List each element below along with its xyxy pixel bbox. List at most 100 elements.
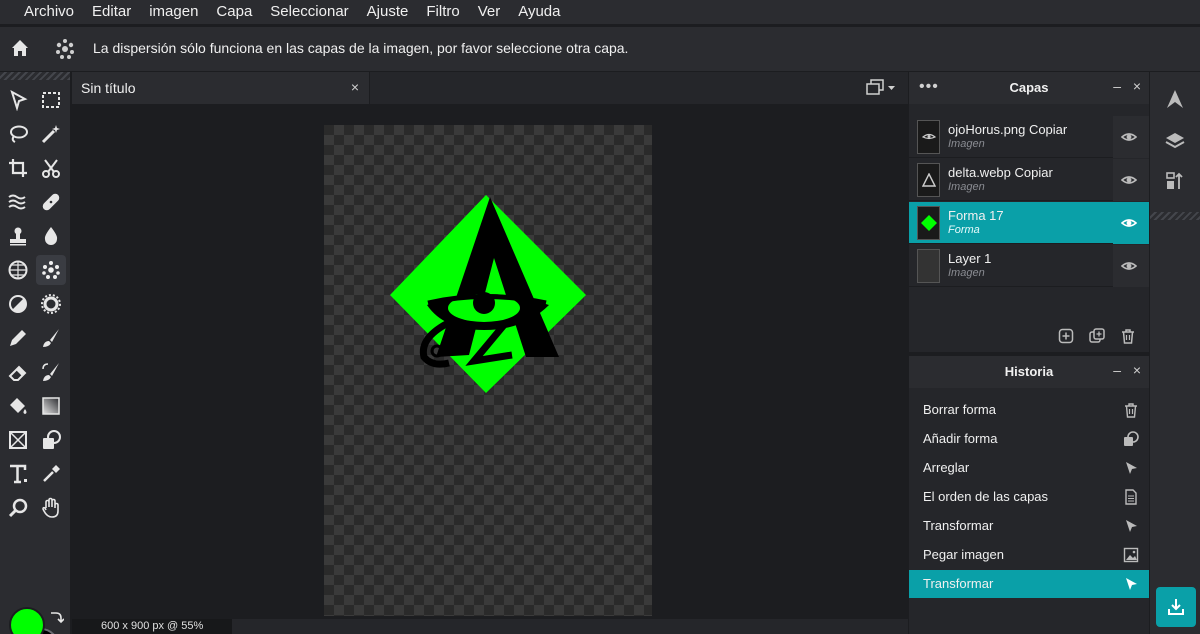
move-arrow-icon (10, 89, 28, 111)
document-tab[interactable]: Sin título × (72, 72, 370, 104)
swap-colors-icon[interactable] (48, 610, 64, 626)
layers-list: ojoHorus.png Copiar Imagen delta.webp Co… (909, 104, 1149, 320)
healing-tool[interactable] (36, 187, 66, 217)
text-tool[interactable] (3, 459, 33, 489)
menu-ajuste[interactable]: Ajuste (358, 0, 418, 24)
tool-panel (0, 72, 70, 634)
layer-thumbnail (917, 249, 940, 283)
magic-wand-icon (41, 125, 60, 144)
history-item[interactable]: Pegar imagen (909, 541, 1149, 569)
minimize-layers-icon[interactable]: – (1113, 78, 1121, 94)
liquify-tool[interactable] (3, 187, 33, 217)
half-circle-icon (9, 295, 27, 313)
history-item[interactable]: Añadir forma (909, 425, 1149, 453)
strip-grip[interactable] (1150, 212, 1200, 220)
minimize-history-icon[interactable]: – (1113, 362, 1121, 378)
move-tool[interactable] (3, 85, 33, 115)
magnifier-icon (8, 498, 28, 518)
layers-icon[interactable] (1164, 130, 1186, 152)
trash-icon (1125, 403, 1137, 418)
brush-tool[interactable] (36, 323, 66, 353)
magic-wand-tool[interactable] (36, 119, 66, 149)
layer-row[interactable]: Layer 1 Imagen (909, 245, 1149, 287)
history-item[interactable]: Transformar (909, 512, 1149, 540)
history-item[interactable]: Borrar forma (909, 396, 1149, 424)
close-history-icon[interactable]: × (1133, 362, 1141, 378)
history-item-label: Borrar forma (923, 402, 996, 417)
visibility-toggle[interactable] (1113, 159, 1149, 201)
sponge-tool[interactable] (36, 289, 66, 319)
layer-row[interactable]: ojoHorus.png Copiar Imagen (909, 116, 1149, 158)
gradient-tool[interactable] (36, 391, 66, 421)
pen-icon (10, 330, 26, 346)
toolbar-grip[interactable] (0, 72, 70, 80)
layer-name: Forma 17 (948, 208, 1004, 223)
add-layer-icon[interactable] (1058, 328, 1074, 344)
eye-icon (1121, 133, 1137, 141)
layer-kind: Imagen (948, 181, 985, 193)
crop-tool[interactable] (3, 153, 33, 183)
scatter-tool[interactable] (36, 255, 66, 285)
arrow-icon (1126, 520, 1137, 532)
close-layers-icon[interactable]: × (1133, 78, 1141, 94)
menu-editar[interactable]: Editar (83, 0, 140, 24)
brush-swap-icon (42, 363, 59, 381)
menu-imagen[interactable]: imagen (140, 0, 207, 24)
shape-tool[interactable] (36, 425, 66, 455)
visibility-toggle[interactable] (1113, 245, 1149, 287)
lasso-icon (10, 125, 28, 143)
hand-tool[interactable] (36, 493, 66, 523)
history-item-label: Añadir forma (923, 431, 998, 446)
window-arrange-icon[interactable] (865, 79, 899, 97)
fill-tool[interactable] (3, 391, 33, 421)
arrow-icon (1126, 578, 1137, 590)
layers-panel-header: ••• Capas – × (909, 72, 1149, 104)
history-list: Borrar forma Añadir forma Arreglar El or… (909, 388, 1149, 634)
menu-archivo[interactable]: Archivo (15, 0, 83, 24)
delete-layer-icon[interactable] (1120, 328, 1136, 344)
menu-ver[interactable]: Ver (469, 0, 510, 24)
dodge-tool[interactable] (3, 289, 33, 319)
layer-row[interactable]: delta.webp Copiar Imagen (909, 159, 1149, 201)
lasso-tool[interactable] (3, 119, 33, 149)
layer-thumbnail (917, 163, 940, 197)
layer-row-selected[interactable]: Forma 17 Forma (909, 202, 1149, 244)
paint-bucket-icon (10, 398, 27, 414)
tool-warning-message: La dispersión sólo funciona en las capas… (93, 40, 629, 56)
visibility-toggle[interactable] (1113, 202, 1149, 244)
home-icon[interactable] (9, 37, 31, 59)
eraser-tool[interactable] (3, 357, 33, 387)
frame-tool[interactable] (3, 425, 33, 455)
spherize-tool[interactable] (3, 255, 33, 285)
layer-actions-bar (909, 320, 1149, 352)
pencil-tool[interactable] (3, 323, 33, 353)
status-bar: 600 x 900 px @ 55% (72, 619, 908, 634)
layer-thumbnail (917, 206, 940, 240)
marquee-tool[interactable] (36, 85, 66, 115)
history-item[interactable]: El orden de las capas (909, 483, 1149, 511)
image-canvas[interactable] (324, 125, 652, 616)
history-item-label: Transformar (923, 576, 994, 591)
menu-seleccionar[interactable]: Seleccionar (261, 0, 357, 24)
visibility-toggle[interactable] (1113, 116, 1149, 158)
history-item[interactable]: Arreglar (909, 454, 1149, 482)
cut-tool[interactable] (36, 153, 66, 183)
menu-filtro[interactable]: Filtro (417, 0, 468, 24)
navigator-icon[interactable] (1164, 88, 1186, 110)
download-button[interactable] (1156, 587, 1196, 627)
menu-ayuda[interactable]: Ayuda (509, 0, 569, 24)
blur-tool[interactable] (36, 221, 66, 251)
history-icon[interactable] (1164, 170, 1186, 192)
eyedropper-tool[interactable] (36, 459, 66, 489)
menu-capa[interactable]: Capa (207, 0, 261, 24)
foreground-color-swatch[interactable] (9, 607, 45, 634)
close-tab-icon[interactable]: × (351, 79, 359, 95)
zoom-tool[interactable] (3, 493, 33, 523)
replace-color-tool[interactable] (36, 357, 66, 387)
layer-thumbnail (917, 120, 940, 154)
image-icon (1123, 547, 1139, 563)
clone-stamp-tool[interactable] (3, 221, 33, 251)
history-item-selected[interactable]: Transformar (909, 570, 1149, 598)
duplicate-layer-icon[interactable] (1089, 328, 1105, 344)
layer-name: Layer 1 (948, 251, 992, 266)
